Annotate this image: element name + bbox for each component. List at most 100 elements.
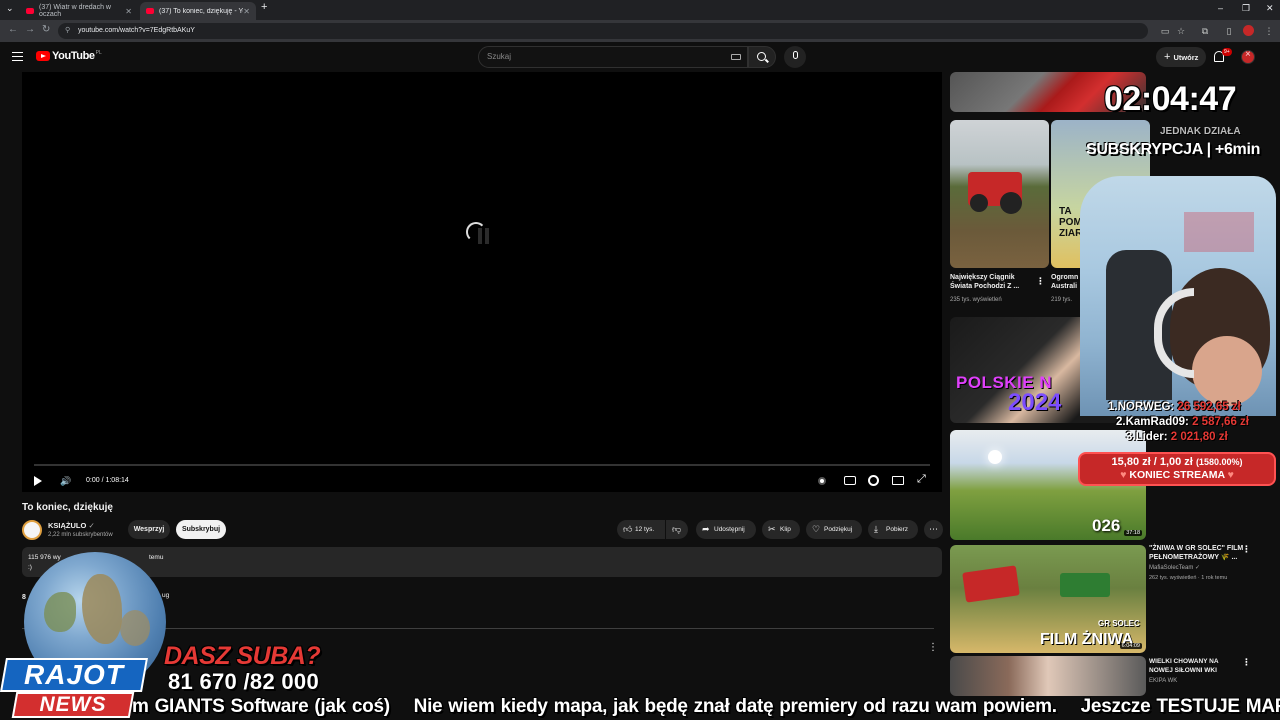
theater-mode-icon[interactable] <box>892 476 904 485</box>
cast-icon[interactable]: ▭ <box>1158 24 1172 38</box>
new-tab-icon[interactable]: + <box>261 1 267 13</box>
goal-percent: (1580.00%) <box>1195 457 1243 467</box>
news-text: NEWS <box>39 693 107 716</box>
autoplay-toggle-icon[interactable] <box>818 477 826 485</box>
thumbnail-year: 2024 <box>1008 389 1062 416</box>
microphone-icon <box>793 51 798 59</box>
thanks-label: Podziękuj <box>824 526 853 533</box>
red-harvester-image <box>962 565 1020 603</box>
voice-search-button[interactable] <box>784 46 806 68</box>
close-icon[interactable]: ✕ <box>243 7 250 16</box>
goal-title-text: KONIEC STREAMA <box>1129 469 1225 481</box>
create-button[interactable]: + Utwórz <box>1156 47 1206 67</box>
recommendation-menu-icon[interactable]: ⋮ <box>1242 657 1251 668</box>
play-icon[interactable] <box>34 476 42 486</box>
extensions-icon[interactable]: ⧉ <box>1198 24 1212 38</box>
leaderboard-entry: 2.KamRad09: 2 587,66 zł <box>1116 416 1249 428</box>
tab-2-active[interactable]: (37) To koniec, dziękuję - YouTube ✕ <box>140 2 256 20</box>
search-input[interactable]: Szukaj <box>478 46 748 68</box>
pause-icon <box>478 228 490 244</box>
account-avatar[interactable] <box>1241 49 1255 64</box>
subscribe-button[interactable]: Subskrybuj <box>176 520 226 539</box>
green-trailer-image <box>1060 573 1110 597</box>
subtitles-icon[interactable] <box>844 476 856 485</box>
channel-subscriber-count: 2,22 mln subskrybentów <box>48 532 113 538</box>
thumbnail-text: TA POM ZIAR <box>1059 206 1082 239</box>
recommendation-title[interactable]: Ogromn Australi <box>1051 273 1083 291</box>
duration-badge: 6:04:09 <box>1119 643 1142 649</box>
goal-target: 1,00 zł <box>1159 456 1193 468</box>
share-button[interactable]: ➦ Udostępnij <box>696 520 756 539</box>
clip-label: Klip <box>780 526 791 533</box>
more-actions-button[interactable]: ⋯ <box>924 520 943 539</box>
youtube-logo[interactable]: YouTube PL <box>36 50 102 62</box>
sidepanel-icon[interactable]: ▯ <box>1222 24 1236 38</box>
tab-label: (37) To koniec, dziękuję - YouTube <box>159 7 243 15</box>
settings-gear-icon[interactable] <box>868 475 879 486</box>
progress-bar[interactable] <box>34 464 930 466</box>
download-button[interactable]: ⤓ Pobierz <box>868 520 918 539</box>
channel-name[interactable]: KSIĄŻULO ✓ <box>48 521 95 530</box>
recommendation-title[interactable]: Największy Ciągnik Świata Pochodzi Z ... <box>950 273 1036 291</box>
video-title: To koniec, dziękuję <box>22 502 113 513</box>
leaderboard-entry: 1.NORWEG: 26 592,65 zł <box>1108 401 1241 413</box>
window-close-icon[interactable]: ✕ <box>1266 3 1274 14</box>
thumbnail-text-line: POM <box>1059 217 1082 228</box>
globe-land <box>82 574 122 644</box>
description-time-ago: temu <box>149 554 164 561</box>
volume-icon[interactable]: 🔊 <box>60 474 71 488</box>
comments-count: 8 <box>22 594 26 601</box>
search-placeholder: Szukaj <box>487 52 512 61</box>
keyboard-icon[interactable] <box>731 54 741 60</box>
recommendation-channel[interactable]: EKIPA WK <box>1149 677 1177 686</box>
reload-icon[interactable]: ↻ <box>42 24 50 35</box>
recommendation-meta: 235 tys. wyświetleń <box>950 297 1002 303</box>
recommendation-thumbnail[interactable] <box>950 656 1146 696</box>
download-icon: ⤓ <box>874 524 878 534</box>
bookmark-star-icon[interactable]: ☆ <box>1174 24 1188 38</box>
comments-sort[interactable]: ug <box>162 592 169 599</box>
site-info-icon[interactable]: ⚲ <box>65 23 70 39</box>
recommendation-title[interactable]: WIELKI CHOWANY NA NOWEJ SIŁOWNI WKI <box>1149 657 1245 675</box>
like-button[interactable]: 👍︎ 12 tys. <box>617 520 665 539</box>
recommendation-channel[interactable]: MafiaSolecTeam ✓ <box>1149 564 1200 573</box>
profile-icon[interactable] <box>1243 25 1254 36</box>
recommendation-thumbnail[interactable] <box>950 120 1049 268</box>
thanks-button[interactable]: ♡ Podziękuj <box>806 520 862 539</box>
title-line: Australi <box>1051 283 1078 290</box>
address-bar[interactable]: ⚲ youtube.com/watch?v=7EdgRtbAKuY <box>58 23 1148 39</box>
search-button[interactable] <box>748 46 776 68</box>
tab-1[interactable]: (37) Wiatr w dredach w oczach ✕ <box>20 2 138 20</box>
donor-name: 2.KamRad09: <box>1116 416 1189 428</box>
forward-icon[interactable]: → <box>25 24 35 35</box>
recommendation-thumbnail[interactable]: GR SOLEC FILM ŻNIWA 6:04:09 <box>950 545 1146 653</box>
tab-search-icon[interactable]: ⌄ <box>6 3 14 14</box>
hamburger-menu-icon[interactable] <box>12 52 23 61</box>
globe-land <box>44 592 76 632</box>
minimize-icon[interactable]: – <box>1218 3 1223 13</box>
recommendation-menu-icon[interactable]: ⋮ <box>1036 276 1045 287</box>
thumbnail-text-line: TA <box>1059 206 1072 217</box>
recommendation-title[interactable]: "ŻNIWA W GR SOLEC" FILM PEŁNOMETRAŻOWY 🌾 … <box>1149 544 1245 562</box>
recommendation-meta: 219 tys. <box>1051 297 1073 303</box>
support-button[interactable]: Wesprzyj <box>128 520 170 539</box>
back-icon[interactable]: ← <box>8 24 18 35</box>
clip-button[interactable]: ✂ Klip <box>762 520 800 539</box>
description-box[interactable]: 115 976 wy temu :) ...wi <box>22 547 942 577</box>
thumbs-down-icon: 👎︎ <box>672 524 682 534</box>
comment-more-icon[interactable]: ⋮ <box>928 642 938 653</box>
title-line: NOWEJ SIŁOWNI WKI <box>1149 667 1217 674</box>
close-icon[interactable]: ✕ <box>125 7 132 16</box>
stream-timer: 02:04:47 <box>1104 80 1237 118</box>
dislike-button[interactable]: 👎︎ <box>666 520 688 539</box>
news-ticker: m GIANTS Software (jak coś) Nie wiem kie… <box>132 693 1280 720</box>
thumbnail-subtext: GR SOLEC <box>1098 619 1140 628</box>
fullscreen-icon[interactable]: ⤢ <box>917 473 929 485</box>
chrome-menu-icon[interactable]: ⋮ <box>1262 24 1276 38</box>
subscription-time-bonus: SUBSKRYPCJA | +6min <box>1086 141 1261 158</box>
recommendation-meta: 262 tys. wyświetleń · 1 rok temu <box>1149 575 1228 581</box>
channel-avatar[interactable] <box>22 520 42 540</box>
restore-icon[interactable]: ❐ <box>1242 3 1250 14</box>
recommendation-menu-icon[interactable]: ⋮ <box>1242 544 1251 555</box>
video-player[interactable]: 🔊 0:00 / 1:08:14 ⤢ <box>22 72 942 492</box>
